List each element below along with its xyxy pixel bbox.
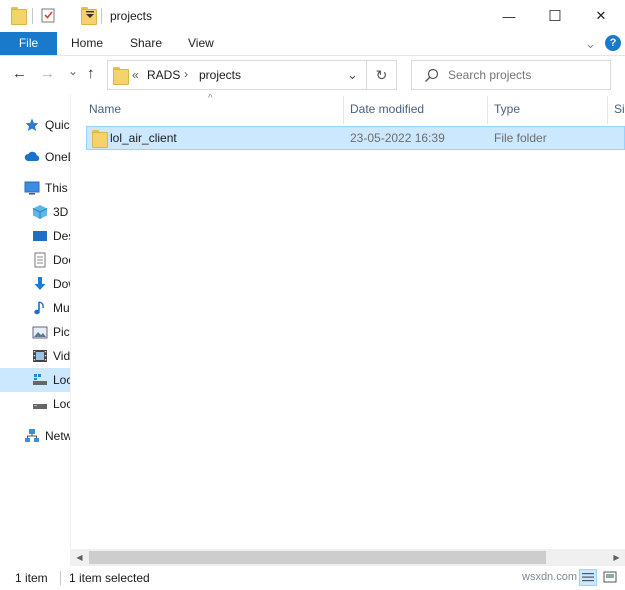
maximize-button[interactable]: ☐ [532, 0, 578, 32]
video-icon [32, 348, 48, 364]
tab-file[interactable]: File [0, 32, 57, 55]
tab-home[interactable]: Home [71, 32, 103, 55]
forward-button[interactable]: → [40, 65, 55, 82]
tab-share[interactable]: Share [130, 32, 162, 55]
window-title: projects [110, 9, 153, 23]
desktop-icon [32, 228, 48, 244]
folder-icon [11, 7, 27, 25]
divider [60, 571, 61, 585]
sidebar-item-network[interactable]: Network [0, 424, 70, 448]
download-icon [32, 276, 48, 292]
address-bar[interactable]: « RADS › projects ⌄ [107, 60, 367, 90]
sidebar-item-label: Downloads [53, 277, 70, 291]
sidebar-item-3d-objects[interactable]: 3D Objects [0, 200, 70, 224]
divider [32, 8, 33, 24]
search-box[interactable] [411, 60, 611, 90]
navigation-bar: ← → ⌄ ↑ « RADS › projects ⌄ ↻ [0, 56, 625, 94]
expand-ribbon-icon[interactable]: ⌄ [585, 32, 596, 55]
scroll-left-icon[interactable]: ◀ [71, 549, 88, 566]
recent-locations-button[interactable]: ⌄ [68, 64, 78, 78]
horizontal-scrollbar[interactable]: ◀ ▶ [71, 549, 625, 566]
refresh-button[interactable]: ↻ [367, 60, 397, 90]
sidebar-item-local-disk-c[interactable]: Local Disk (C:) [0, 368, 70, 392]
properties-icon[interactable] [41, 7, 56, 23]
sidebar-item-label: Music [53, 301, 70, 315]
help-icon[interactable]: ? [605, 35, 621, 51]
breadcrumb-rads[interactable]: RADS [147, 68, 180, 82]
sidebar-item-this-pc[interactable]: This PC [0, 176, 70, 200]
minimize-button[interactable]: — [486, 0, 532, 32]
sidebar-item-pictures[interactable]: Pictures [0, 320, 70, 344]
divider [101, 8, 102, 24]
sidebar-item-label: Documents [53, 253, 70, 267]
sidebar-item-label: 3D Objects [53, 205, 70, 219]
customize-toolbar-icon[interactable] [85, 10, 95, 23]
column-type[interactable]: Type [488, 94, 607, 124]
drive-icon [32, 396, 48, 412]
table-row[interactable]: lol_air_client 23-05-2022 16:39 File fol… [86, 126, 625, 150]
file-list[interactable]: ^ Name Date modified Type Size lol_air_c… [71, 94, 625, 566]
column-header: ^ Name Date modified Type Size [71, 94, 625, 124]
sidebar-item-local-disk-d[interactable]: Local Disk (D:) [0, 392, 70, 416]
column-name[interactable]: Name [83, 94, 343, 124]
close-button[interactable]: ✕ [578, 0, 624, 32]
folder-icon [92, 130, 108, 148]
sidebar-item-label: OneDrive [45, 150, 70, 164]
back-button[interactable]: ← [12, 65, 27, 82]
computer-icon [24, 180, 40, 196]
column-size[interactable]: Size [608, 94, 625, 124]
address-dropdown-icon[interactable]: ⌄ [347, 67, 358, 83]
scroll-right-icon[interactable]: ▶ [608, 549, 625, 566]
selection-count: 1 item selected [69, 571, 150, 585]
details-view-button[interactable] [579, 569, 597, 586]
sidebar-item-desktop[interactable]: Desktop [0, 224, 70, 248]
drive-icon [32, 372, 48, 388]
chevron-right-icon[interactable]: › [184, 67, 188, 81]
address-overflow-icon[interactable]: « [132, 68, 139, 82]
sidebar-item-label: Desktop [53, 229, 70, 243]
watermark: wsxdn.com [522, 571, 578, 583]
search-input[interactable] [448, 67, 603, 83]
sidebar-item-music[interactable]: Music [0, 296, 70, 320]
up-button[interactable]: ↑ [87, 65, 95, 82]
file-name: lol_air_client [110, 131, 177, 145]
file-date-modified: 23-05-2022 16:39 [350, 131, 445, 145]
column-date-modified[interactable]: Date modified [344, 94, 487, 124]
title-bar: projects — ☐ ✕ [0, 0, 625, 32]
sidebar-item-label: This PC [45, 181, 70, 195]
item-count: 1 item [15, 571, 48, 585]
large-icons-view-button[interactable] [601, 569, 619, 586]
sidebar-item-quick-access[interactable]: Quick access [0, 113, 70, 137]
folder-icon [113, 67, 129, 85]
sidebar-item-label: Network [45, 429, 70, 443]
sidebar-item-label: Pictures [53, 325, 70, 339]
ribbon-tabs: File Home Share View ⌄ ? [0, 32, 625, 56]
status-bar: 1 item 1 item selected wsxdn.com [0, 566, 625, 590]
document-icon [32, 252, 48, 268]
sidebar-item-label: Local Disk (D:) [53, 397, 70, 411]
breadcrumb-projects[interactable]: projects [199, 68, 241, 82]
search-icon [424, 68, 439, 86]
navigation-pane[interactable]: Quick access OneDrive This PC 3D Objects… [0, 94, 70, 566]
star-icon [24, 117, 40, 133]
sidebar-item-label: Videos [53, 349, 70, 363]
cloud-icon [24, 149, 40, 165]
sidebar-item-onedrive[interactable]: OneDrive [0, 145, 70, 169]
music-icon [32, 300, 48, 316]
sidebar-item-documents[interactable]: Documents [0, 248, 70, 272]
tab-view[interactable]: View [188, 32, 214, 55]
sidebar-item-videos[interactable]: Videos [0, 344, 70, 368]
network-icon [24, 428, 40, 444]
cube-icon [32, 204, 48, 220]
scrollbar-thumb[interactable] [89, 551, 546, 564]
sidebar-item-downloads[interactable]: Downloads [0, 272, 70, 296]
picture-icon [32, 324, 48, 340]
file-type: File folder [494, 131, 547, 145]
sidebar-item-label: Quick access [45, 118, 70, 132]
sidebar-item-label: Local Disk (C:) [53, 373, 70, 387]
